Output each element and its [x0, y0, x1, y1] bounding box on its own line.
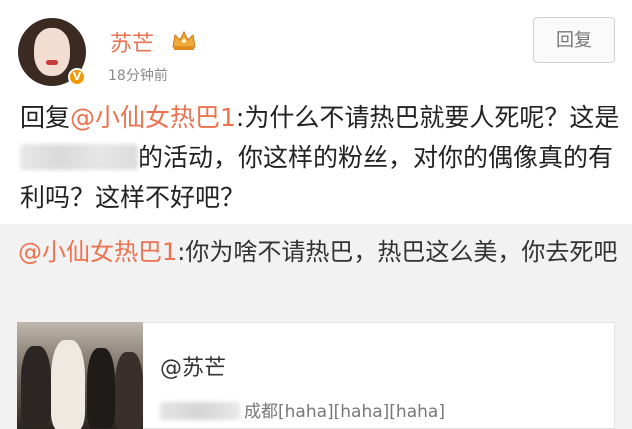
post-text: 回复@小仙女热巴1:为什么不请热巴就要人死呢？这是的活动，你这样的粉丝，对你的偶…	[20, 98, 620, 218]
thumbnail-person	[115, 352, 143, 429]
username[interactable]: 苏芒	[110, 26, 154, 58]
crown-icon	[172, 30, 196, 50]
quoted-text: :你为啥不请热巴，热巴这么美，你去死吧	[177, 238, 618, 266]
redacted-text	[20, 144, 138, 170]
avatar-lips	[46, 60, 58, 65]
post-text-part1: :为什么不请热巴就要人死呢？这是	[235, 103, 620, 132]
redacted-text	[160, 402, 240, 420]
post-header: V 苏芒 18分钟前 回复	[0, 0, 632, 95]
mention-link[interactable]: @小仙女热巴1	[70, 103, 236, 132]
reply-button[interactable]: 回复	[533, 17, 615, 63]
reply-prefix: 回复	[20, 103, 71, 132]
avatar-face	[34, 28, 70, 76]
thumbnail-person	[87, 348, 115, 428]
original-post-title[interactable]: @苏芒	[160, 350, 226, 382]
verified-badge-icon: V	[68, 68, 86, 86]
original-post-thumbnail[interactable]	[17, 322, 143, 429]
thumbnail-person	[51, 340, 85, 429]
original-post-subtitle: 成都[haha][haha][haha]	[160, 397, 445, 422]
quoted-mention-link[interactable]: @小仙女热巴1	[18, 238, 177, 266]
thumbnail-person	[21, 346, 51, 426]
quoted-comment-text: @小仙女热巴1:你为啥不请热巴，热巴这么美，你去死吧	[18, 234, 618, 270]
timestamp: 18分钟前	[108, 68, 168, 84]
original-post-subtitle-text: 成都[haha][haha][haha]	[244, 402, 445, 422]
